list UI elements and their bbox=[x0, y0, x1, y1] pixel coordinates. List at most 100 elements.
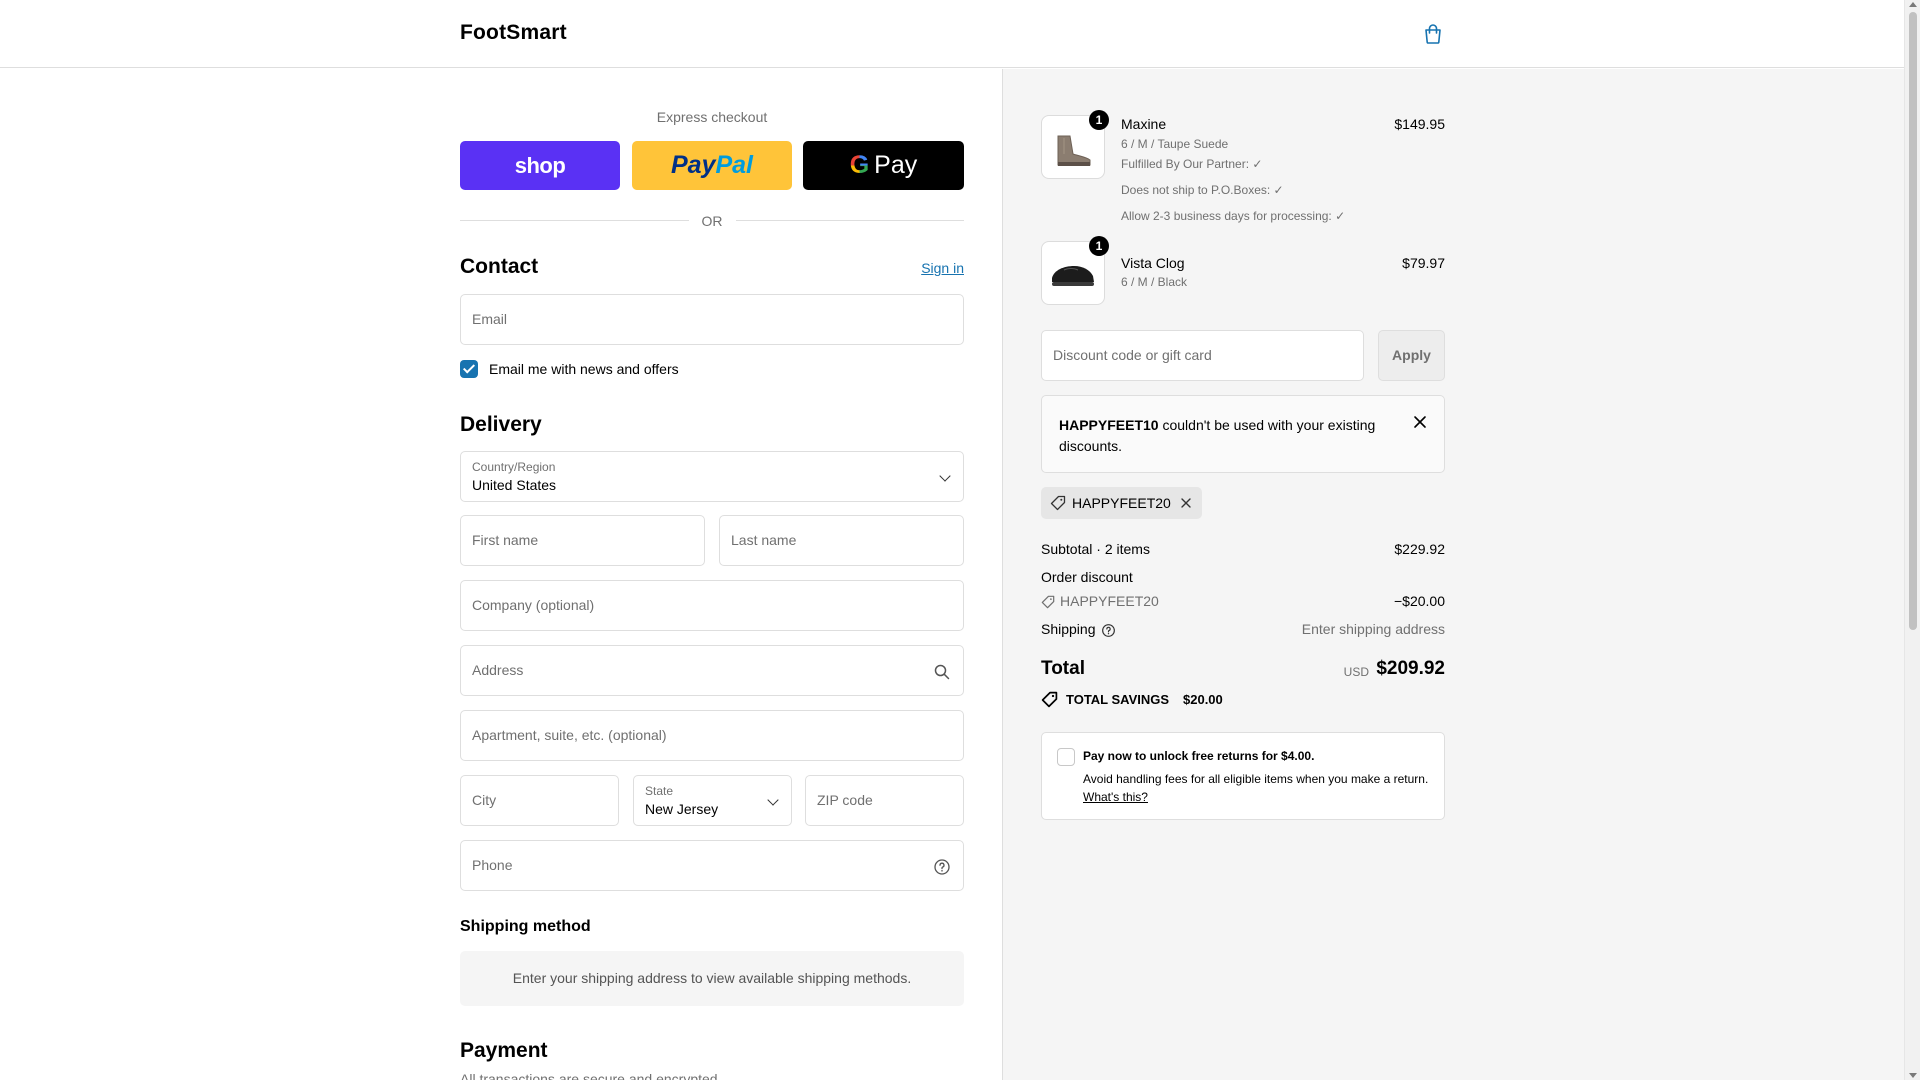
last-name-placeholder: Last name bbox=[731, 532, 797, 548]
address-placeholder: Address bbox=[472, 662, 524, 678]
returns-text: Avoid handling fees for all eligible ite… bbox=[1083, 772, 1429, 786]
newsletter-label: Email me with news and offers bbox=[489, 361, 679, 377]
product-image-vista-clog: 1 bbox=[1041, 236, 1109, 305]
free-returns-offer: Pay now to unlock free returns for $4.00… bbox=[1041, 732, 1445, 820]
phone-placeholder: Phone bbox=[472, 857, 513, 873]
express-checkout-title: Express checkout bbox=[656, 109, 768, 125]
search-icon bbox=[934, 664, 950, 680]
store-logo[interactable]: FootSmart bbox=[460, 21, 567, 45]
item-note: Allow 2-3 business days for processing: … bbox=[1121, 209, 1346, 223]
shipping-method-message: Enter your shipping address to view avai… bbox=[460, 951, 964, 1006]
order-discount-label: Order discount bbox=[1041, 569, 1133, 585]
shipping-label: Shipping bbox=[1041, 621, 1096, 637]
chevron-down-icon bbox=[939, 470, 951, 482]
google-pay-label: Pay bbox=[874, 151, 918, 179]
zip-placeholder: ZIP code bbox=[817, 792, 873, 808]
tag-icon bbox=[1050, 495, 1066, 511]
page-scrollbar[interactable] bbox=[1904, 0, 1920, 1080]
scroll-thumb[interactable] bbox=[1909, 12, 1917, 630]
first-name-field[interactable]: First name bbox=[460, 515, 705, 566]
zip-field[interactable]: ZIP code bbox=[805, 775, 964, 826]
subtotal-label: Subtotal · 2 items bbox=[1041, 541, 1150, 557]
help-circle-icon[interactable] bbox=[1101, 623, 1116, 638]
item-name: Maxine bbox=[1121, 116, 1167, 132]
shopping-bag-icon[interactable] bbox=[1421, 22, 1445, 46]
total-value: $209.92 bbox=[1376, 658, 1445, 679]
item-note: Fulfilled By Our Partner: ✓ bbox=[1121, 157, 1263, 171]
discount-placeholder: Discount code or gift card bbox=[1053, 347, 1212, 363]
payment-subtitle: All transactions are secure and encrypte… bbox=[460, 1071, 722, 1080]
tag-icon bbox=[1041, 595, 1055, 609]
google-g-icon: G bbox=[849, 151, 870, 179]
last-name-field[interactable]: Last name bbox=[719, 515, 964, 566]
chevron-down-icon bbox=[767, 794, 779, 806]
tag-icon bbox=[1041, 691, 1058, 708]
quantity-badge: 1 bbox=[1089, 110, 1109, 130]
shop-pay-label: shop bbox=[514, 152, 566, 178]
country-value: United States bbox=[472, 477, 557, 493]
help-circle-icon[interactable] bbox=[933, 858, 951, 876]
currency-code: USD bbox=[1343, 665, 1369, 679]
state-label: State bbox=[645, 784, 674, 798]
discount-amount: −$20.00 bbox=[1394, 593, 1445, 609]
state-value: New Jersey bbox=[645, 801, 719, 817]
apply-discount-button[interactable]: Apply bbox=[1378, 330, 1445, 381]
shipping-method-text: Enter your shipping address to view avai… bbox=[512, 970, 912, 986]
email-field[interactable]: Email bbox=[460, 294, 964, 345]
delivery-title: Delivery bbox=[460, 413, 542, 436]
scroll-up-arrow-icon[interactable] bbox=[1909, 2, 1917, 7]
product-image-maxine: 1 bbox=[1041, 110, 1109, 179]
email-placeholder: Email bbox=[472, 311, 508, 327]
free-returns-checkbox[interactable] bbox=[1057, 748, 1075, 766]
apartment-placeholder: Apartment, suite, etc. (optional) bbox=[472, 727, 667, 743]
close-icon[interactable] bbox=[1412, 414, 1428, 430]
discount-code-line: HAPPYFEET20 bbox=[1060, 593, 1159, 609]
item-variant: 6 / M / Black bbox=[1121, 275, 1188, 289]
alert-message: HAPPYFEET10 couldn't be used with your e… bbox=[1059, 415, 1399, 457]
item-note: Does not ship to P.O.Boxes: ✓ bbox=[1121, 183, 1284, 197]
paypal-label-pal: Pal bbox=[715, 151, 753, 179]
newsletter-checkbox[interactable] bbox=[460, 360, 478, 378]
alert-code: HAPPYFEET10 bbox=[1059, 417, 1159, 433]
discount-code-input[interactable]: Discount code or gift card bbox=[1041, 330, 1364, 381]
item-price: $149.95 bbox=[1394, 116, 1445, 132]
city-field[interactable]: City bbox=[460, 775, 619, 826]
quantity-badge: 1 bbox=[1089, 236, 1109, 256]
shop-pay-button[interactable]: shop bbox=[460, 141, 620, 190]
or-label: OR bbox=[701, 213, 723, 229]
google-pay-button[interactable]: G Pay bbox=[803, 141, 964, 190]
total-label: Total bbox=[1041, 658, 1085, 679]
city-placeholder: City bbox=[472, 792, 497, 808]
scroll-down-arrow-icon[interactable] bbox=[1909, 1073, 1917, 1078]
state-select[interactable]: State New Jersey bbox=[633, 775, 792, 826]
applied-code: HAPPYFEET20 bbox=[1072, 495, 1171, 511]
applied-discount-chip: HAPPYFEET20 bbox=[1041, 487, 1202, 519]
shipping-value: Enter shipping address bbox=[1301, 621, 1445, 637]
first-name-placeholder: First name bbox=[472, 532, 539, 548]
item-variant: 6 / M / Taupe Suede bbox=[1121, 137, 1229, 151]
subtotal-value: $229.92 bbox=[1394, 541, 1445, 557]
company-placeholder: Company (optional) bbox=[472, 597, 595, 613]
total-savings-value: $20.00 bbox=[1183, 692, 1223, 707]
top-header: FootSmart bbox=[0, 0, 1904, 68]
paypal-button[interactable]: Pay Pal bbox=[632, 141, 792, 190]
sign-in-link[interactable]: Sign in bbox=[921, 260, 964, 276]
or-divider: OR bbox=[460, 211, 964, 231]
item-price: $79.97 bbox=[1402, 255, 1445, 271]
company-field[interactable]: Company (optional) bbox=[460, 580, 964, 631]
remove-discount-icon[interactable] bbox=[1179, 496, 1193, 510]
returns-title: Pay now to unlock free returns for $4.00… bbox=[1083, 749, 1315, 763]
country-select[interactable]: Country/Region United States bbox=[460, 451, 964, 502]
discount-error-alert: HAPPYFEET10 couldn't be used with your e… bbox=[1041, 395, 1445, 473]
whats-this-link[interactable]: What's this? bbox=[1083, 790, 1148, 804]
address-field[interactable]: Address bbox=[460, 645, 964, 696]
item-name: Vista Clog bbox=[1121, 255, 1185, 271]
contact-title: Contact bbox=[460, 255, 539, 278]
shipping-method-title: Shipping method bbox=[460, 918, 591, 935]
payment-title: Payment bbox=[460, 1039, 548, 1062]
apartment-field[interactable]: Apartment, suite, etc. (optional) bbox=[460, 710, 964, 761]
country-label: Country/Region bbox=[472, 460, 556, 474]
phone-field[interactable]: Phone bbox=[460, 840, 964, 891]
paypal-label-pay: Pay bbox=[670, 151, 716, 179]
total-savings-label: TOTAL SAVINGS bbox=[1066, 692, 1170, 707]
